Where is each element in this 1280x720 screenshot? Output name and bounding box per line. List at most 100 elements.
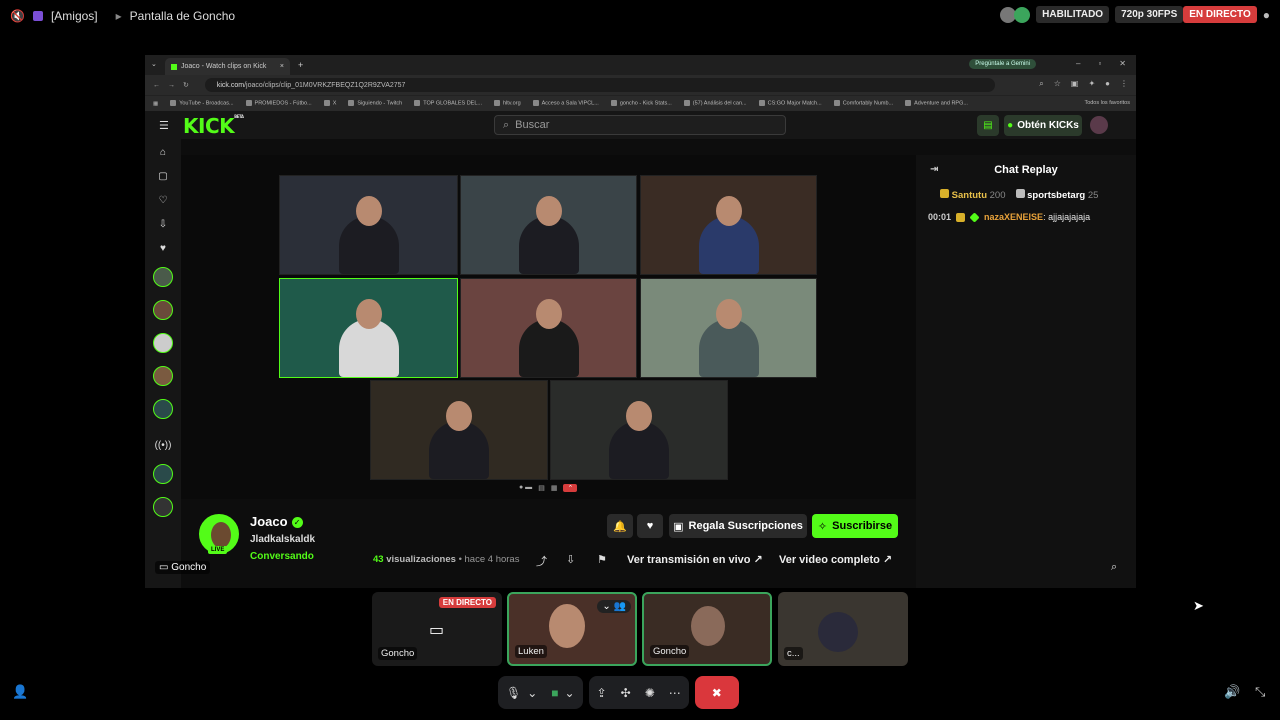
back-icon[interactable]: ←	[153, 82, 160, 89]
more-options-icon[interactable]: ⌄ 👥	[597, 600, 631, 613]
report-icon[interactable]: ⚑	[597, 553, 607, 566]
invite-icon[interactable]: 👤	[12, 684, 28, 700]
all-favorites[interactable]: Todos los favoritos	[1084, 100, 1130, 106]
participant-tile[interactable]: ⌄ 👥 Luken	[507, 592, 637, 666]
followed-channel-avatar[interactable]	[153, 267, 173, 287]
leave-call-button[interactable]: ✖	[694, 676, 739, 709]
bookmark-item[interactable]: Adventure and RPG...	[905, 100, 968, 107]
video-player[interactable]: ● ▬ ▤ ▦ ⌃	[181, 155, 916, 499]
bookmark-item[interactable]: hltv.org	[494, 100, 521, 107]
gifter-item[interactable]: Santutu 200	[940, 189, 1006, 201]
gemini-button[interactable]: Pregúntale a Gemini	[969, 59, 1036, 69]
chat-bubble-icon[interactable]: ●	[1263, 8, 1270, 22]
minimize-icon[interactable]: –	[1076, 59, 1080, 68]
speaker-muted-icon[interactable]: 🔇	[10, 9, 25, 23]
download-icon[interactable]: ⇩	[159, 219, 167, 230]
kick-sidebar: ⌂ ▢ ♡ ⇩ ♥ ((•))	[145, 139, 181, 588]
followed-channel-avatar[interactable]	[153, 399, 173, 419]
followed-channel-avatar[interactable]	[153, 366, 173, 386]
search-icon: ⌕	[503, 118, 510, 131]
favorites-heart-icon[interactable]: ♥	[160, 243, 166, 254]
new-tab-icon[interactable]: +	[298, 60, 303, 70]
server-name: [Amigos]	[50, 9, 98, 23]
chevron-down-icon[interactable]: ⌄	[527, 686, 537, 700]
search-input[interactable]: ⌕ Buscar	[494, 115, 786, 135]
exit-fullscreen-icon[interactable]: ⤡	[1255, 684, 1265, 700]
bookmark-item[interactable]: PROMIEDOS - Fútbo...	[246, 100, 312, 107]
following-icon[interactable]: ♡	[159, 195, 168, 206]
download-clip-icon[interactable]: ⇩	[566, 553, 575, 566]
screen-share-button-icon[interactable]: ⇪	[597, 686, 607, 700]
followed-channel-avatar[interactable]	[153, 333, 173, 353]
channel-info: LIVE Joaco ✓ Jladkalskaldk Conversando 🔔 …	[181, 499, 916, 588]
chat-username[interactable]: nazaXENEISE	[984, 212, 1043, 222]
habilitado-badge: HABILITADO	[1036, 6, 1110, 23]
participant-video	[549, 604, 585, 648]
notification-bell-button[interactable]: 🔔	[607, 514, 633, 538]
bookmark-item[interactable]: CS:GO Major Match...	[759, 100, 822, 107]
soundboard-icon[interactable]: ✺	[645, 686, 655, 700]
maximize-icon[interactable]: ▫	[1098, 59, 1101, 68]
more-icon[interactable]: ⋯	[669, 686, 681, 700]
bookmark-item[interactable]: X	[324, 100, 337, 107]
bookmark-item[interactable]: (57) Análisis del can...	[684, 100, 747, 107]
share-icon[interactable]: ⤴	[536, 553, 547, 569]
webcam-tile	[460, 278, 637, 378]
store-button[interactable]: ▤	[977, 115, 999, 136]
bookmark-item[interactable]: Acceso a Sala VIPCL...	[533, 100, 599, 107]
collapse-chat-icon[interactable]: ⇥	[930, 164, 938, 175]
kick-logo[interactable]: KICKBETA	[183, 114, 244, 138]
category-link[interactable]: Conversando	[250, 551, 314, 562]
reload-icon[interactable]: ↻	[183, 81, 189, 89]
webcam-tile	[640, 278, 817, 378]
bookmark-star-icon[interactable]: ☆	[1054, 79, 1061, 89]
menu-dots-icon[interactable]: ⋮	[1120, 79, 1128, 89]
apps-icon[interactable]: ▦	[153, 101, 158, 107]
tab-close-icon[interactable]: ×	[280, 63, 284, 70]
browser-window: ⌄ Joaco - Watch clips on Kick × + Pregún…	[145, 55, 1136, 588]
participant-tile[interactable]: c...	[778, 592, 908, 666]
browser-tab[interactable]: Joaco - Watch clips on Kick ×	[165, 58, 290, 75]
volume-icon[interactable]: 🔊	[1224, 684, 1240, 700]
zoom-icon[interactable]: ⌕	[1039, 79, 1043, 89]
browse-icon[interactable]: ▢	[158, 171, 167, 182]
stream-title: Jladkalskaldk	[250, 534, 316, 545]
chevron-down-icon[interactable]: ⌄	[565, 686, 575, 700]
recommended-channel-avatar[interactable]	[153, 464, 173, 484]
kick-header: ☰ KICKBETA ⌕ Buscar ▤ ● Obtén KICKs	[145, 111, 1136, 139]
extension-icon[interactable]: ▣	[1071, 79, 1079, 89]
participant-tile[interactable]: Goncho	[642, 592, 772, 666]
watch-live-link[interactable]: Ver transmisión en vivo ↗	[627, 553, 763, 566]
bookmark-item[interactable]: YouTube - Broadcas...	[170, 100, 233, 107]
bookmark-item[interactable]: TOP GLOBALES DEL...	[414, 100, 482, 107]
tab-search-icon[interactable]: ⌄	[151, 60, 157, 68]
menu-icon[interactable]: ☰	[159, 119, 169, 132]
get-kicks-button[interactable]: ● Obtén KICKs	[1004, 115, 1082, 136]
forward-icon[interactable]: →	[168, 82, 175, 89]
camera-icon[interactable]: ■	[551, 686, 558, 700]
profile-icon[interactable]: ●	[1105, 79, 1110, 89]
microphone-icon[interactable]: 🎙	[506, 686, 521, 700]
top-gifters: Santutu 200 sportsbetarg 25	[916, 189, 1136, 201]
gift-subs-button[interactable]: ▣ Regala Suscripciones	[669, 514, 807, 538]
participant-tile[interactable]: EN DIRECTO ▭ Goncho	[372, 592, 502, 666]
follow-heart-button[interactable]: ♥	[637, 514, 663, 538]
close-window-icon[interactable]: ✕	[1119, 59, 1126, 68]
home-icon[interactable]: ⌂	[160, 147, 166, 158]
url-field[interactable]: kick.com/joaco/clips/clip_01M0VRKZFBEQZ1…	[204, 78, 995, 92]
full-video-link[interactable]: Ver video completo ↗	[779, 553, 892, 566]
recommended-channel-avatar[interactable]	[153, 497, 173, 517]
bookmark-item[interactable]: goncho - Kick Stats...	[611, 100, 672, 107]
screen-share-icon: ▭	[429, 622, 445, 639]
extensions-puzzle-icon[interactable]: ✦	[1088, 79, 1095, 89]
gifter-item[interactable]: sportsbetarg 25	[1015, 189, 1098, 201]
window-title: Pantalla de Goncho	[129, 9, 236, 23]
subscribe-button[interactable]: ✧ Suscribirse	[812, 514, 898, 538]
bookmark-item[interactable]: Comfortably Numb...	[834, 100, 893, 107]
user-avatar[interactable]	[1090, 116, 1108, 134]
screen-icon: ▭	[159, 562, 169, 573]
activities-icon[interactable]: ✣	[621, 686, 631, 700]
bookmark-item[interactable]: Siguiendo - Twitch	[348, 100, 402, 107]
zoom-icon[interactable]: ⌕	[1111, 561, 1117, 574]
followed-channel-avatar[interactable]	[153, 300, 173, 320]
